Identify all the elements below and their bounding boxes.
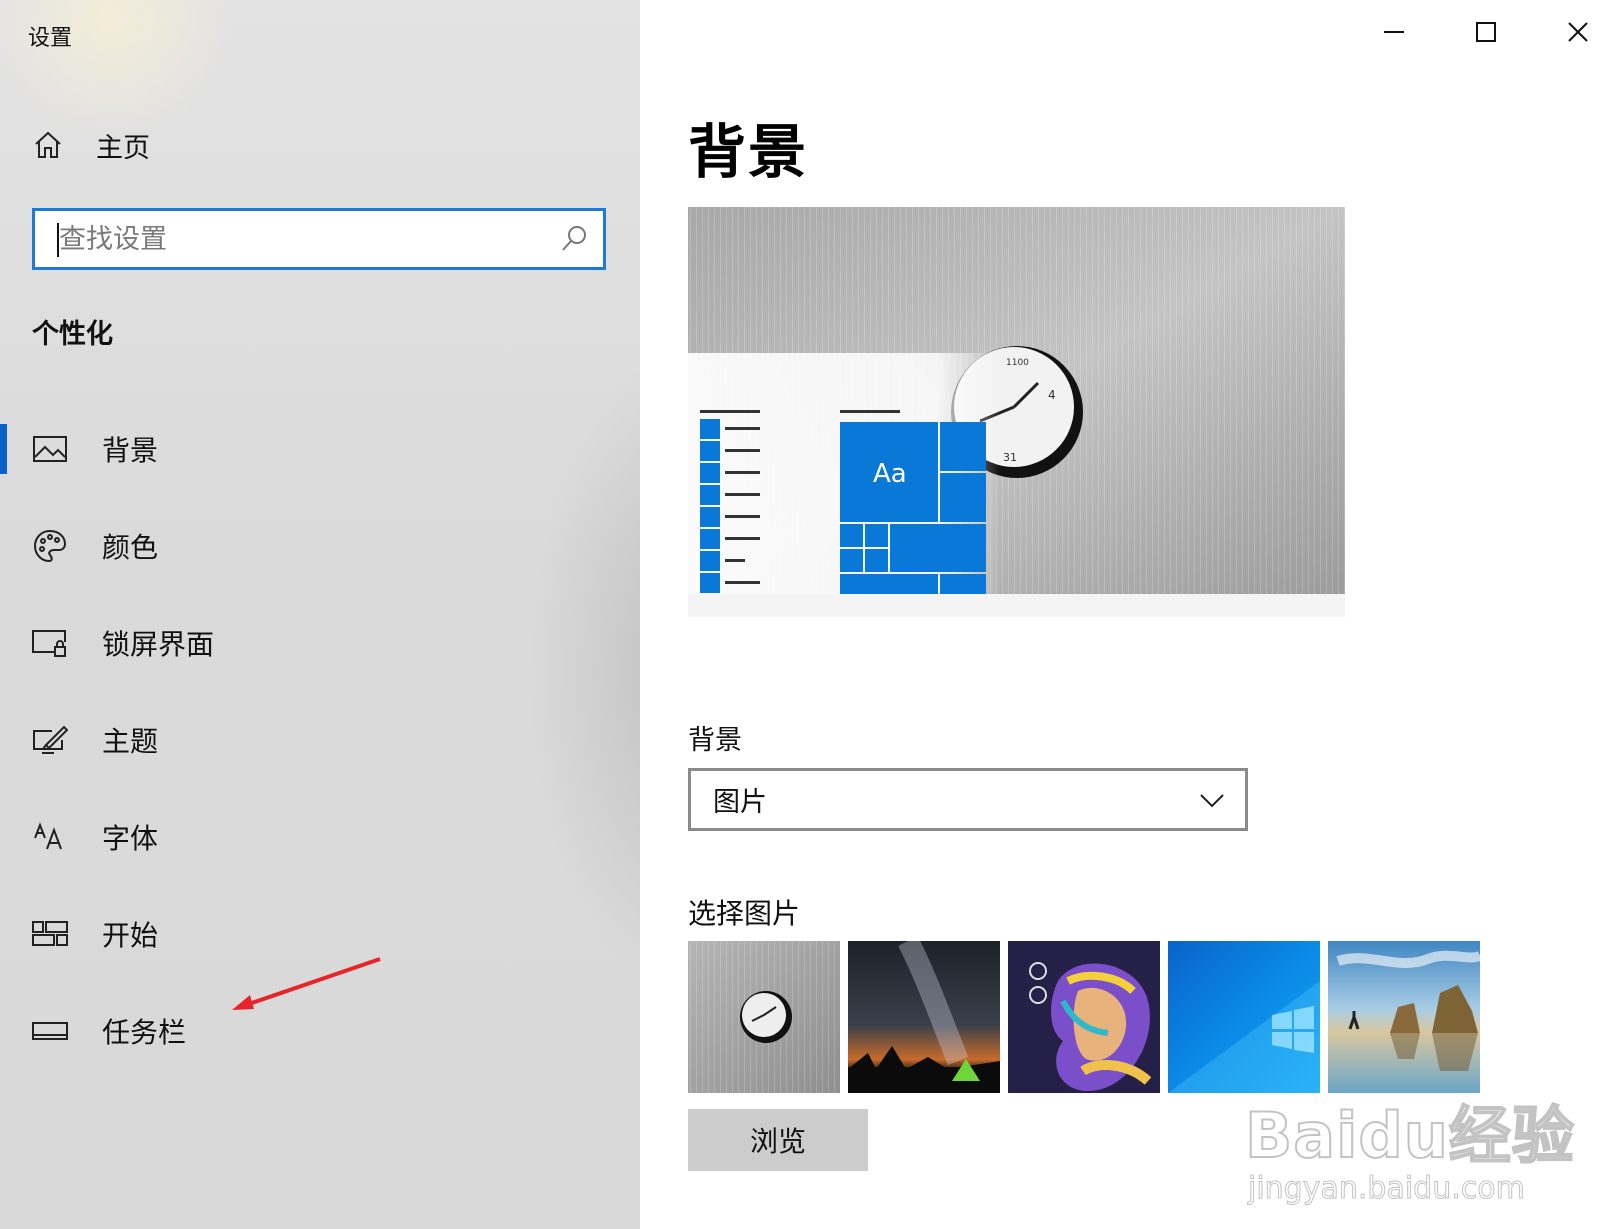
personalization-heading: 个性化 xyxy=(32,319,113,350)
taskbar-icon xyxy=(30,1011,70,1051)
nav-item-lock-screen[interactable]: 锁屏界面 xyxy=(0,594,640,691)
background-type-value: 图片 xyxy=(713,787,767,818)
preview-tile-text: Aa xyxy=(873,459,907,489)
minimize-button[interactable] xyxy=(1348,0,1440,64)
font-icon xyxy=(30,817,70,857)
thumbnail-windows-logo-blue[interactable] xyxy=(1168,941,1320,1093)
nav-item-label: 锁屏界面 xyxy=(102,627,215,661)
nav-item-label: 颜色 xyxy=(102,530,159,564)
thumbnail-clock-wall[interactable] xyxy=(688,941,840,1093)
picture-icon xyxy=(30,429,70,469)
theme-brush-icon xyxy=(30,720,70,760)
nav-item-fonts[interactable]: 字体 xyxy=(0,788,640,885)
nav-item-themes[interactable]: 主题 xyxy=(0,691,640,788)
home-label: 主页 xyxy=(96,132,150,164)
svg-text:4: 4 xyxy=(1048,388,1056,402)
background-type-label: 背景 xyxy=(688,725,742,756)
watermark-brand: Baidu经验 xyxy=(1244,1098,1575,1173)
svg-text:1100: 1100 xyxy=(1006,358,1029,368)
minimize-icon xyxy=(1384,31,1404,33)
watermark-url: jingyan.baidu.com xyxy=(1248,1171,1526,1207)
window-controls xyxy=(1348,0,1624,64)
desktop-preview: 1100 4 31 Aa xyxy=(688,207,1345,617)
chevron-down-icon xyxy=(1197,785,1227,815)
nav-item-label: 背景 xyxy=(102,433,159,467)
page-title: 背景 xyxy=(688,118,809,186)
start-tiles-icon xyxy=(30,914,70,954)
nav-item-colors[interactable]: 颜色 xyxy=(0,497,640,594)
svg-text:31: 31 xyxy=(1003,451,1017,464)
thumbnail-milky-way-tent[interactable] xyxy=(848,941,1000,1093)
settings-search-box[interactable] xyxy=(32,208,606,270)
choose-picture-label: 选择图片 xyxy=(688,897,801,930)
nav-item-label: 开始 xyxy=(102,918,159,952)
browse-button[interactable]: 浏览 xyxy=(688,1109,868,1171)
close-button[interactable] xyxy=(1532,0,1624,64)
nav-item-label: 字体 xyxy=(102,821,159,855)
background-type-select[interactable]: 图片 xyxy=(688,768,1248,831)
close-icon xyxy=(1568,22,1588,42)
home-icon xyxy=(30,127,66,163)
nav-item-background[interactable]: 背景 xyxy=(0,400,640,497)
desktop-preview-image: 1100 4 31 Aa xyxy=(688,207,1345,617)
red-annotation-arrow xyxy=(232,957,381,1010)
search-icon[interactable] xyxy=(559,224,589,254)
palette-icon xyxy=(30,526,70,566)
nav-item-label: 主题 xyxy=(102,724,159,758)
thumbnail-illustrated-warrior[interactable] xyxy=(1008,941,1160,1093)
settings-search-input[interactable] xyxy=(57,222,559,256)
picture-thumbnails xyxy=(688,941,1480,1093)
home-nav-item[interactable]: 主页 xyxy=(30,120,590,170)
text-caret xyxy=(57,223,59,257)
lock-screen-icon xyxy=(30,623,70,663)
thumbnail-beach-rocks[interactable] xyxy=(1328,941,1480,1093)
maximize-icon xyxy=(1476,22,1496,42)
baidu-jingyan-watermark: Baidu经验 jingyan.baidu.com xyxy=(1244,1085,1575,1207)
app-title: 设置 xyxy=(28,26,73,51)
maximize-button[interactable] xyxy=(1440,0,1532,64)
settings-sidebar: 设置 主页 个性化 背景 xyxy=(0,0,640,1229)
nav-item-label: 任务栏 xyxy=(102,1015,187,1049)
